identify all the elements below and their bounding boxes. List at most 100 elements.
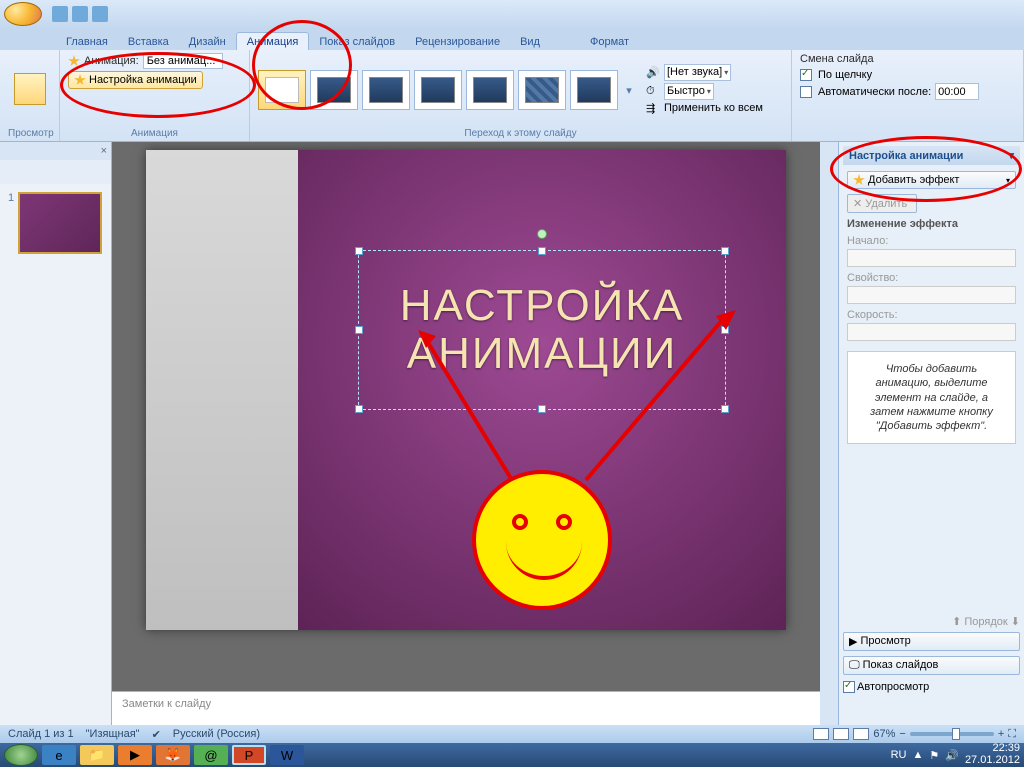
transition-option[interactable] xyxy=(310,70,358,110)
media-player-icon[interactable]: ▶ xyxy=(118,745,152,765)
sound-dropdown[interactable]: [Нет звука]▾ xyxy=(664,64,731,81)
animation-dropdown[interactable]: Без анимац... xyxy=(143,53,223,69)
resize-handle-icon[interactable] xyxy=(538,247,546,255)
slide-counter: Слайд 1 из 1 xyxy=(8,728,74,740)
taskpane-title: Настройка анимации xyxy=(849,150,963,162)
thumbnail-number: 1 xyxy=(8,192,14,254)
qat-save-icon[interactable] xyxy=(52,6,68,22)
word-icon[interactable]: W xyxy=(270,745,304,765)
zoom-slider[interactable] xyxy=(910,732,994,736)
slide-thumbnail[interactable]: 1 xyxy=(8,192,103,254)
resize-handle-icon[interactable] xyxy=(355,247,363,255)
transition-option[interactable] xyxy=(414,70,462,110)
transition-more-icon[interactable]: ▾ xyxy=(622,84,636,97)
quick-access-toolbar xyxy=(52,6,108,22)
slide-body: НАСТРОЙКА АНИМАЦИИ xyxy=(298,150,786,630)
remove-effect-button: ✕Удалить xyxy=(847,194,917,213)
add-effect-button[interactable]: Добавить эффект▾ xyxy=(847,171,1016,189)
thumbnail-image xyxy=(18,192,102,254)
close-panel-icon[interactable]: × xyxy=(101,145,107,157)
play-button[interactable]: ▶Просмотр xyxy=(843,632,1020,651)
flag-icon[interactable]: ⚑ xyxy=(929,749,939,762)
taskpane-menu-icon[interactable]: ▾ xyxy=(1008,149,1014,162)
transition-option[interactable] xyxy=(570,70,618,110)
sorter-view-icon[interactable] xyxy=(833,728,849,740)
advance-slide-title: Смена слайда xyxy=(800,53,1015,65)
custom-animation-button[interactable]: Настройка анимации xyxy=(68,71,203,89)
tab-animation[interactable]: Анимация xyxy=(236,32,310,50)
group-label-advance xyxy=(800,138,1015,140)
resize-handle-icon[interactable] xyxy=(721,326,729,334)
title-textbox[interactable]: НАСТРОЙКА АНИМАЦИИ xyxy=(358,250,726,410)
qat-redo-icon[interactable] xyxy=(92,6,108,22)
spellcheck-icon[interactable]: ✔ xyxy=(152,728,161,741)
auto-after-time[interactable]: 00:00 xyxy=(935,83,979,100)
workspace: × 1 xyxy=(0,142,838,725)
slide-stage: НАСТРОЙКА АНИМАЦИИ Заметки к слайду xyxy=(112,142,820,725)
slideshow-view-icon[interactable] xyxy=(853,728,869,740)
preview-button[interactable] xyxy=(14,73,46,107)
tab-view[interactable]: Вид xyxy=(510,33,550,50)
on-click-checkbox[interactable] xyxy=(800,69,812,81)
slideshow-button[interactable]: 🖵Показ слайдов xyxy=(843,656,1020,675)
tab-format[interactable]: Формат xyxy=(580,33,639,50)
qat-undo-icon[interactable] xyxy=(72,6,88,22)
apply-all-icon: ⇶ xyxy=(646,102,660,115)
resize-handle-icon[interactable] xyxy=(355,326,363,334)
start-button[interactable] xyxy=(4,744,38,766)
firefox-icon[interactable]: 🦊 xyxy=(156,745,190,765)
office-button[interactable] xyxy=(4,2,42,26)
tab-design[interactable]: Дизайн xyxy=(179,33,236,50)
slide[interactable]: НАСТРОЙКА АНИМАЦИИ xyxy=(146,150,786,630)
rotate-handle-icon[interactable] xyxy=(537,229,547,239)
add-effect-label: Добавить эффект xyxy=(868,174,959,186)
windows-taskbar: e 📁 ▶ 🦊 @ P W RU ▲ ⚑ 🔊 22:39 27.01.2012 xyxy=(0,743,1024,767)
tab-review[interactable]: Рецензирование xyxy=(405,33,510,50)
transition-none[interactable] xyxy=(258,70,306,110)
notes-pane[interactable]: Заметки к слайду xyxy=(112,691,820,725)
autopreview-checkbox[interactable] xyxy=(843,681,855,693)
resize-handle-icon[interactable] xyxy=(721,247,729,255)
hint-text: Чтобы добавить анимацию, выделите элемен… xyxy=(847,351,1016,444)
tray-icon[interactable]: ▲ xyxy=(912,749,923,761)
language-indicator[interactable]: Русский (Россия) xyxy=(173,728,260,740)
autopreview-label: Автопросмотр xyxy=(857,681,929,693)
vertical-scrollbar[interactable] xyxy=(820,142,838,725)
title-text: НАСТРОЙКА АНИМАЦИИ xyxy=(400,282,685,379)
tab-insert[interactable]: Вставка xyxy=(118,33,179,50)
zoom-out-icon[interactable]: − xyxy=(899,728,905,740)
resize-handle-icon[interactable] xyxy=(538,405,546,413)
powerpoint-icon[interactable]: P xyxy=(232,745,266,765)
explorer-icon[interactable]: 📁 xyxy=(80,745,114,765)
star-icon xyxy=(74,74,86,86)
slideshow-label: Показ слайдов xyxy=(863,659,939,671)
on-click-label: По щелчку xyxy=(818,69,872,81)
transition-option[interactable] xyxy=(518,70,566,110)
app-icon[interactable]: @ xyxy=(194,745,228,765)
speed-dropdown[interactable]: Быстро▾ xyxy=(664,83,714,100)
monitor-icon: 🖵 xyxy=(849,659,860,672)
clock[interactable]: 22:39 27.01.2012 xyxy=(965,743,1020,766)
speed-icon: ⏱ xyxy=(646,85,660,98)
custom-animation-label: Настройка анимации xyxy=(89,74,197,86)
zoom-fit-icon[interactable]: ⛶ xyxy=(1008,728,1016,741)
normal-view-icon[interactable] xyxy=(813,728,829,740)
volume-icon[interactable]: 🔊 xyxy=(945,749,959,762)
resize-handle-icon[interactable] xyxy=(721,405,729,413)
apply-all-button[interactable]: Применить ко всем xyxy=(664,102,763,114)
play-icon: ▶ xyxy=(849,635,857,648)
transition-option[interactable] xyxy=(362,70,410,110)
transition-option[interactable] xyxy=(466,70,514,110)
zoom-in-icon[interactable]: + xyxy=(998,728,1004,740)
taskbar-lang[interactable]: RU xyxy=(891,749,907,761)
resize-handle-icon[interactable] xyxy=(355,405,363,413)
animation-label: Анимация: xyxy=(84,55,139,67)
panel-tabs[interactable] xyxy=(0,160,111,184)
tab-home[interactable]: Главная xyxy=(56,33,118,50)
auto-after-checkbox[interactable] xyxy=(800,86,812,98)
zoom-percent[interactable]: 67% xyxy=(873,728,895,740)
ie-icon[interactable]: e xyxy=(42,745,76,765)
clock-date: 27.01.2012 xyxy=(965,755,1020,767)
sound-value: [Нет звука] xyxy=(667,66,722,78)
tab-slideshow[interactable]: Показ слайдов xyxy=(309,33,405,50)
